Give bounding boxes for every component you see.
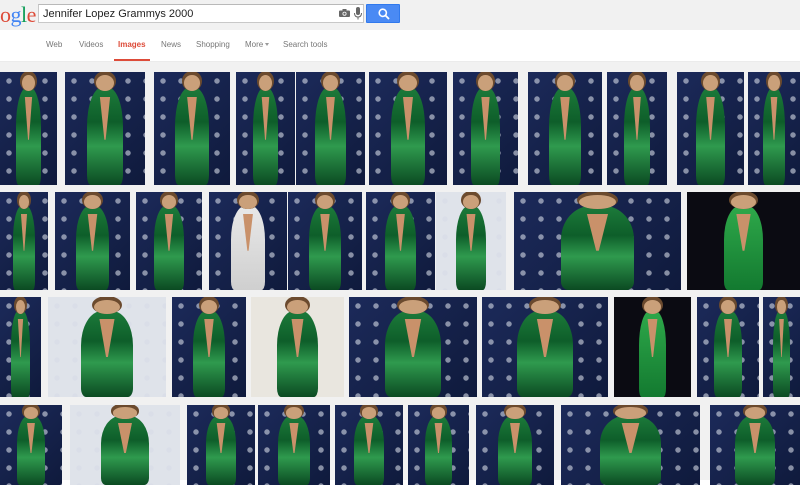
image-result-thumbnail[interactable] bbox=[366, 192, 435, 290]
image-result-thumbnail[interactable] bbox=[172, 297, 246, 397]
image-result-thumbnail[interactable] bbox=[70, 405, 180, 485]
image-result-thumbnail[interactable] bbox=[748, 72, 800, 185]
tab-search-tools[interactable]: Search tools bbox=[283, 40, 327, 49]
image-result-thumbnail[interactable] bbox=[236, 72, 295, 185]
header-bar: ogle bbox=[0, 0, 800, 30]
figure-head bbox=[644, 300, 661, 314]
figure-head bbox=[94, 300, 120, 314]
figure-head bbox=[15, 300, 25, 314]
image-result-thumbnail[interactable] bbox=[369, 72, 447, 185]
figure-head bbox=[398, 300, 428, 314]
image-result-thumbnail[interactable] bbox=[258, 405, 330, 485]
image-result-thumbnail[interactable] bbox=[296, 72, 365, 185]
image-result-thumbnail[interactable] bbox=[697, 297, 759, 397]
tab-shopping[interactable]: Shopping bbox=[196, 40, 230, 49]
image-result-thumbnail[interactable] bbox=[288, 192, 362, 290]
image-result-thumbnail[interactable] bbox=[482, 297, 608, 397]
tab-more-label: More bbox=[245, 40, 264, 49]
figure-head bbox=[399, 75, 417, 92]
image-result-thumbnail[interactable] bbox=[187, 405, 255, 485]
figure-head bbox=[286, 407, 302, 419]
figure-head bbox=[431, 407, 446, 419]
search-input[interactable] bbox=[43, 5, 333, 22]
image-result-thumbnail[interactable] bbox=[710, 405, 800, 485]
image-result-thumbnail[interactable] bbox=[408, 405, 469, 485]
image-result-thumbnail[interactable] bbox=[677, 72, 744, 185]
tab-videos[interactable]: Videos bbox=[79, 40, 103, 49]
figure-head bbox=[18, 194, 30, 209]
figure-head bbox=[112, 407, 138, 419]
image-result-thumbnail[interactable] bbox=[436, 192, 506, 290]
search-icon bbox=[378, 8, 390, 20]
logo-letter-e: e bbox=[26, 2, 37, 27]
image-result-thumbnail[interactable] bbox=[55, 192, 130, 290]
figure-head bbox=[531, 300, 559, 314]
search-tabs: Web Videos Images News Shopping More Sea… bbox=[0, 30, 800, 62]
image-result-thumbnail[interactable] bbox=[0, 297, 41, 397]
image-result-thumbnail[interactable] bbox=[687, 192, 800, 290]
figure-head bbox=[745, 407, 765, 419]
image-result-thumbnail[interactable] bbox=[0, 72, 57, 185]
figure-head bbox=[213, 407, 229, 419]
image-result-thumbnail[interactable] bbox=[209, 192, 287, 290]
google-logo[interactable]: ogle bbox=[0, 2, 36, 28]
image-result-thumbnail[interactable] bbox=[335, 405, 403, 485]
figure-head bbox=[579, 194, 616, 209]
image-result-thumbnail[interactable] bbox=[251, 297, 344, 397]
image-result-thumbnail[interactable] bbox=[65, 72, 145, 185]
image-result-thumbnail[interactable] bbox=[763, 297, 800, 397]
figure-head bbox=[768, 75, 780, 92]
figure-head bbox=[392, 194, 409, 209]
figure-head bbox=[703, 75, 718, 92]
tab-web[interactable]: Web bbox=[46, 40, 62, 49]
microphone-icon[interactable] bbox=[354, 7, 362, 20]
image-result-thumbnail[interactable] bbox=[48, 297, 166, 397]
image-result-thumbnail[interactable] bbox=[528, 72, 602, 185]
figure-head bbox=[615, 407, 646, 419]
figure-head bbox=[161, 194, 177, 209]
figure-head bbox=[777, 300, 786, 314]
image-result-thumbnail[interactable] bbox=[154, 72, 230, 185]
figure-head bbox=[84, 194, 101, 209]
figure-head bbox=[200, 300, 218, 314]
image-result-thumbnail[interactable] bbox=[476, 405, 554, 485]
image-result-thumbnail[interactable] bbox=[349, 297, 477, 397]
tab-more[interactable]: More bbox=[245, 40, 270, 49]
image-result-thumbnail[interactable] bbox=[453, 72, 518, 185]
logo-letter-g: g bbox=[10, 2, 22, 27]
search-button[interactable] bbox=[366, 4, 400, 23]
figure-head bbox=[630, 75, 644, 92]
image-result-thumbnail[interactable] bbox=[607, 72, 667, 185]
chevron-down-icon bbox=[265, 43, 270, 47]
image-result-thumbnail[interactable] bbox=[614, 297, 691, 397]
figure-head bbox=[463, 194, 479, 209]
image-result-thumbnail[interactable] bbox=[136, 192, 202, 290]
tab-images[interactable]: Images bbox=[114, 40, 150, 61]
figure-head bbox=[731, 194, 756, 209]
figure-head bbox=[316, 194, 334, 209]
figure-head bbox=[361, 407, 377, 419]
figure-head bbox=[22, 75, 35, 92]
figure-head bbox=[478, 75, 493, 92]
image-result-thumbnail[interactable] bbox=[0, 192, 48, 290]
figure-head bbox=[287, 300, 308, 314]
camera-icon[interactable] bbox=[339, 9, 350, 17]
figure-head bbox=[96, 75, 114, 92]
figure-head bbox=[239, 194, 257, 209]
figure-head bbox=[721, 300, 735, 314]
image-results-grid bbox=[0, 62, 800, 485]
tab-news[interactable]: News bbox=[161, 40, 181, 49]
logo-letter-o: o bbox=[0, 2, 11, 27]
figure-head bbox=[506, 407, 524, 419]
image-result-thumbnail[interactable] bbox=[561, 405, 700, 485]
figure-head bbox=[24, 407, 38, 419]
image-result-thumbnail[interactable] bbox=[0, 405, 62, 485]
image-result-thumbnail[interactable] bbox=[514, 192, 681, 290]
search-box bbox=[38, 4, 364, 23]
